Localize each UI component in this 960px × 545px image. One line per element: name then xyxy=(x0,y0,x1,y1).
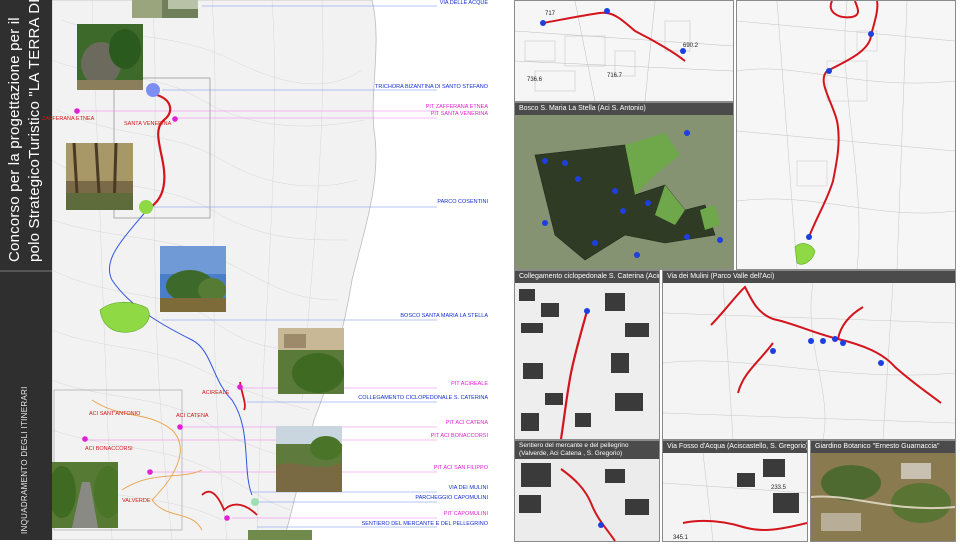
label-pit-capomulini: PIT CAPOMULINI xyxy=(443,511,488,517)
panel-bosco: Bosco S. Maria La Stella (Aci S. Antonio… xyxy=(514,102,734,270)
panel-via-delle-acque: 717 690.2 736.6 716.7 xyxy=(514,0,734,102)
photo-parco-cosentini xyxy=(66,143,133,210)
panel-mulini-title: Via dei Mulini (Parco Valle dell'Aci) xyxy=(663,271,955,283)
panel-fosso: Via Fosso d'Acqua (Aciscastello, S. Greg… xyxy=(662,440,808,542)
label-pit-aci-bonaccorsi: PIT ACI BONACCORSI xyxy=(430,433,488,439)
panel-via-delle-acque-map: 717 690.2 736.6 716.7 xyxy=(515,1,733,101)
label-trichora: TRICHORA BIZANTINA DI SANTO STEFANO xyxy=(375,84,488,90)
label-pit-zafferana: PIT ZAFFERANA ETNEA xyxy=(425,104,488,110)
title-block: Concorso per la progettazione per il pol… xyxy=(0,0,52,272)
panel-fosso-title: Via Fosso d'Acqua (Aciscastello, S. Greg… xyxy=(663,441,807,453)
photo-bosco xyxy=(160,246,226,312)
panel-sentiero: Sentiero del mercante e del pellegrino (… xyxy=(514,440,660,542)
photo-sentiero xyxy=(52,462,118,528)
panel-collegamento-title: Collegamento ciclopedonale S. Caterina (… xyxy=(515,271,659,283)
title-line-2: polo StrategicoTuristico "LA TERRA DEI C xyxy=(26,0,43,262)
label-pit-aci-catena: PIT ACI CATENA xyxy=(445,420,488,426)
panel-sentiero-title: Sentiero del mercante e del pellegrino (… xyxy=(515,441,659,459)
label-pit-acireale: PIT ACIREALE xyxy=(451,381,488,387)
spot-height-2: 690.2 xyxy=(683,43,699,49)
photo-trichora xyxy=(77,24,143,90)
panel-sentiero-map xyxy=(515,459,659,541)
town-aci-bonaccorsi: ACI BONACCORSI xyxy=(85,446,133,452)
panel-trichora-map xyxy=(737,1,955,269)
panel-collegamento-map xyxy=(515,283,659,439)
label-collegamento: COLLEGAMENTO CICLOPEDONALE S. CATERINA xyxy=(358,395,488,401)
panel-trichora-route xyxy=(736,0,956,270)
label-via-dei-mulini: VIA DEI MULINI xyxy=(448,485,488,491)
panel-sentiero-title-line2: (Valverde, Aci Catena , S. Gregorio) xyxy=(519,450,623,457)
panel-bosco-title: Bosco S. Maria La Stella (Aci S. Antonio… xyxy=(515,103,733,115)
label-bosco: BOSCO SANTA MARIA LA STELLA xyxy=(400,313,488,319)
town-zafferana: ZAFFERANA ETNEA xyxy=(42,116,95,122)
overview-map: VIA DELLE ACQUE TRICHORA BIZANTINA DI SA… xyxy=(42,0,510,541)
town-acireale: ACIREALE xyxy=(202,390,230,396)
panel-mulini: Via dei Mulini (Parco Valle dell'Aci) xyxy=(662,270,956,440)
title-line-1: Concorso per la progettazione per il xyxy=(6,17,23,262)
label-pit-santa-venerina: PIT SANTA VENERINA xyxy=(430,111,488,117)
panel-bosco-map xyxy=(515,115,733,269)
town-valverde: VALVERDE xyxy=(122,498,151,504)
title-sidebar: Concorso per la progettazione per il pol… xyxy=(0,0,52,540)
panel-giardino-title: Giardino Botanico "Ernesto Guarnaccia" xyxy=(811,441,955,453)
label-parcheggio: PARCHEGGIO CAPOMULINI xyxy=(415,495,488,501)
fosso-spot-height-2: 345.1 xyxy=(673,535,689,541)
label-parco-cosentini: PARCO COSENTINI xyxy=(437,199,488,205)
label-sentiero: SENTIERO DEL MERCANTE E DEL PELLEGRINO xyxy=(361,521,488,527)
label-pit-aci-san-filippo: PIT ACI SAN FILIPPO xyxy=(433,465,488,471)
photo-collegamento xyxy=(278,328,344,394)
spot-height-1: 717 xyxy=(545,11,556,17)
panel-giardino: Giardino Botanico "Ernesto Guarnaccia" xyxy=(810,440,956,542)
photo-via-dei-mulini xyxy=(276,426,342,492)
spot-height-3: 736.6 xyxy=(527,77,543,83)
section-label: INQUADRAMENTO DEGLI ITINERARI xyxy=(20,386,29,534)
photo-capomulini xyxy=(248,530,312,540)
town-aci-sant-antonio: ACI SANT'ANTONIO xyxy=(89,411,141,417)
spot-height-4: 716.7 xyxy=(607,73,623,79)
panel-fosso-map: 233.5 345.1 xyxy=(663,453,807,541)
town-santa-venerina: SANTA VENERINA xyxy=(124,121,172,127)
photo-via-delle-acque xyxy=(132,0,198,18)
panel-collegamento: Collegamento ciclopedonale S. Caterina (… xyxy=(514,270,660,440)
panel-mulini-map xyxy=(663,283,955,439)
panel-giardino-map xyxy=(811,453,955,541)
label-via-delle-acque: VIA DELLE ACQUE xyxy=(439,0,488,6)
fosso-spot-height-1: 233.5 xyxy=(771,485,787,491)
town-aci-catena: ACI CATENA xyxy=(176,413,209,419)
panel-sentiero-title-line1: Sentiero del mercante e del pellegrino xyxy=(519,442,629,449)
